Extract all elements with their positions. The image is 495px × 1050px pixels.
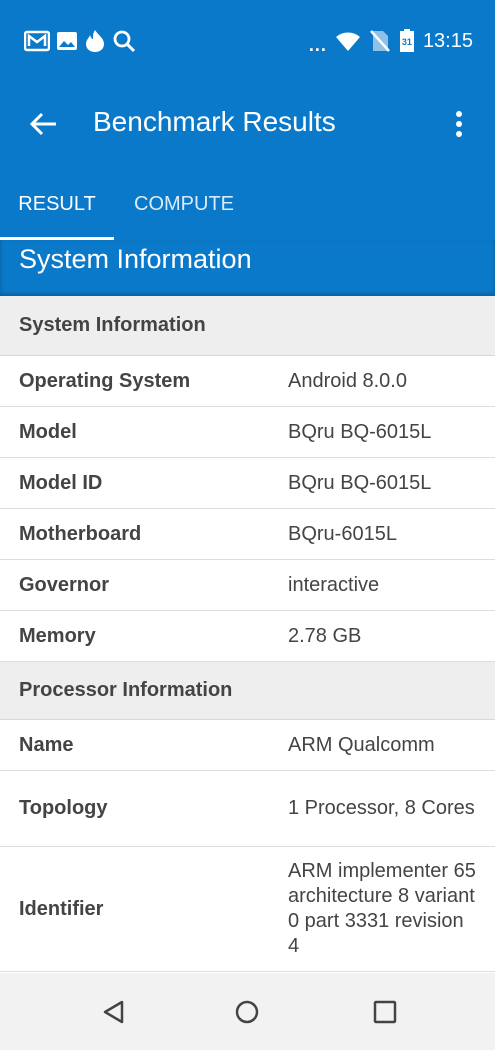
row-label: Memory bbox=[19, 624, 96, 647]
tab-bar: RESULT COMPUTE bbox=[0, 168, 495, 240]
no-sim-icon bbox=[370, 30, 390, 52]
table-row: Model ID BQru BQ-6015L bbox=[0, 458, 495, 509]
table-row: Name ARM Qualcomm bbox=[0, 720, 495, 771]
fire-icon bbox=[86, 30, 104, 52]
row-value: BQru-6015L bbox=[288, 522, 397, 545]
section-banner: System Information bbox=[0, 240, 495, 296]
table-row: Motherboard BQru-6015L bbox=[0, 509, 495, 560]
mail-icon bbox=[24, 30, 50, 52]
nav-recents-button[interactable] bbox=[372, 999, 398, 1025]
table-row: Memory 2.78 GB bbox=[0, 611, 495, 662]
status-bar: ... 31 13:15 bbox=[0, 0, 495, 82]
nav-home-button[interactable] bbox=[234, 999, 260, 1025]
row-value: ARM implementer 65 architecture 8 varian… bbox=[288, 860, 476, 957]
system-icons: ... 31 13:15 bbox=[308, 29, 473, 55]
page-title: Benchmark Results bbox=[93, 106, 336, 137]
row-label: Model ID bbox=[19, 471, 103, 494]
table-row: Governor interactive bbox=[0, 560, 495, 611]
row-label: Name bbox=[19, 733, 74, 756]
row-value: ARM Qualcomm bbox=[288, 733, 435, 756]
calendar-icon: 31 bbox=[399, 29, 415, 53]
navigation-bar bbox=[0, 973, 495, 1050]
row-value: Android 8.0.0 bbox=[288, 369, 407, 392]
arrow-back-icon bbox=[29, 112, 56, 136]
row-value: 1 Processor, 8 Cores bbox=[288, 797, 475, 819]
image-icon bbox=[57, 32, 77, 50]
tab-result[interactable]: RESULT bbox=[0, 168, 114, 240]
table-row: Model BQru BQ-6015L bbox=[0, 407, 495, 458]
table-row: Identifier ARM implementer 65 architectu… bbox=[0, 847, 495, 972]
group-header-label: System Information bbox=[19, 314, 206, 336]
row-label: Model bbox=[19, 420, 77, 443]
row-value: BQru BQ-6015L bbox=[288, 471, 432, 494]
app-bar: Benchmark Results bbox=[0, 82, 495, 168]
circle-home-icon bbox=[235, 1000, 259, 1024]
nav-back-button[interactable] bbox=[101, 999, 127, 1025]
group-header-processor: Processor Information bbox=[0, 662, 495, 720]
more-notifications: ... bbox=[308, 34, 327, 55]
results-list[interactable]: System Information Operating System Andr… bbox=[0, 296, 495, 972]
triangle-back-icon bbox=[103, 1000, 124, 1024]
search-icon bbox=[113, 30, 136, 53]
table-row: Topology 1 Processor, 8 Cores bbox=[0, 771, 495, 847]
group-header-system: System Information bbox=[0, 296, 495, 356]
overflow-menu-button[interactable] bbox=[447, 108, 471, 140]
table-row: Operating System Android 8.0.0 bbox=[0, 356, 495, 407]
more-vert-icon bbox=[456, 111, 462, 137]
group-header-label: Processor Information bbox=[19, 679, 233, 701]
row-label: Identifier bbox=[19, 897, 104, 920]
section-title: System Information bbox=[19, 244, 252, 274]
row-label: Operating System bbox=[19, 369, 191, 392]
row-value: BQru BQ-6015L bbox=[288, 420, 432, 443]
row-label: Topology bbox=[19, 797, 108, 819]
calendar-day: 31 bbox=[401, 37, 412, 47]
row-label: Governor bbox=[19, 573, 110, 596]
row-value: interactive bbox=[288, 573, 380, 596]
wifi-icon bbox=[335, 32, 360, 51]
notification-icons bbox=[24, 29, 136, 53]
row-label: Motherboard bbox=[19, 522, 142, 545]
row-value: 2.78 GB bbox=[288, 624, 362, 647]
square-recents-icon bbox=[373, 1000, 397, 1024]
status-time: 13:15 bbox=[422, 29, 473, 52]
back-button[interactable] bbox=[28, 108, 60, 140]
tab-compute[interactable]: COMPUTE bbox=[114, 168, 254, 240]
